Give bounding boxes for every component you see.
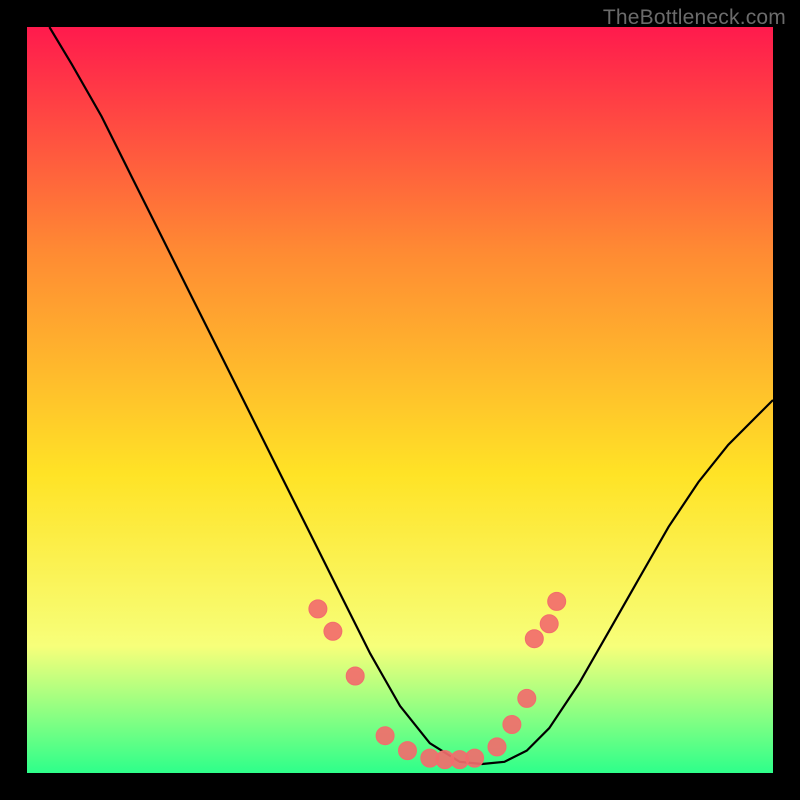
marker-dot	[466, 749, 484, 767]
marker-dot	[488, 738, 506, 756]
marker-dot	[540, 615, 558, 633]
marker-dot	[346, 667, 364, 685]
marker-dot	[525, 630, 543, 648]
marker-dot	[324, 622, 342, 640]
chart-frame: TheBottleneck.com	[0, 0, 800, 800]
watermark-text: TheBottleneck.com	[603, 6, 786, 30]
marker-dot	[548, 592, 566, 610]
marker-dot	[503, 716, 521, 734]
chart-plot	[27, 27, 773, 773]
marker-dot	[399, 742, 417, 760]
marker-dot	[309, 600, 327, 618]
marker-dot	[376, 727, 394, 745]
marker-dot	[518, 689, 536, 707]
